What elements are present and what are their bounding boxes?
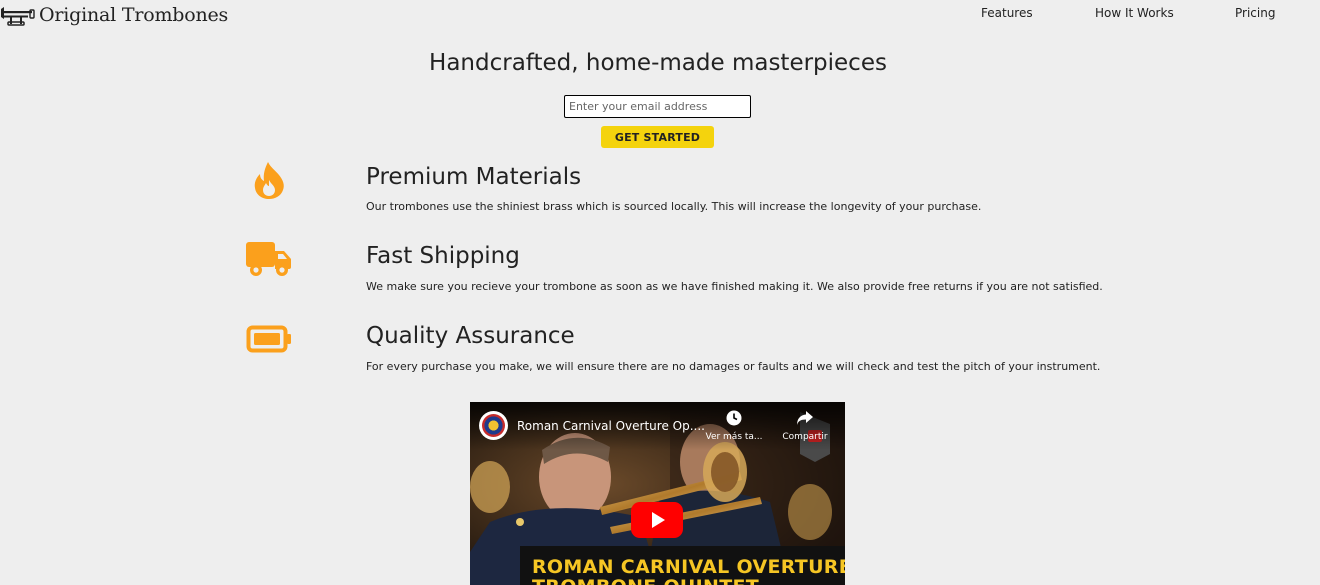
nav-link-pricing[interactable]: Pricing (1235, 6, 1275, 20)
get-started-button[interactable]: GET STARTED (601, 126, 714, 148)
banner-line-2: TROMBONE QUINTET (532, 576, 759, 585)
clock-icon (726, 410, 742, 426)
site-header: Original Trombones Features How It Works… (0, 0, 1320, 30)
banner-line-1: ROMAN CARNIVAL OVERTURE (532, 556, 845, 578)
page: Original Trombones Features How It Works… (0, 0, 1320, 585)
share-arrow-icon (797, 411, 813, 425)
feature-title-premium-materials: Premium Materials (366, 164, 582, 190)
fire-icon (254, 162, 284, 199)
feature-title-quality-assurance: Quality Assurance (366, 323, 575, 349)
nav-link-how-it-works[interactable]: How It Works (1095, 6, 1174, 20)
play-button[interactable] (631, 502, 683, 538)
watch-later-button[interactable]: Ver más ta... (704, 410, 764, 442)
feature-description-fast-shipping: We make sure you recieve your trombone a… (366, 280, 1103, 293)
hero-title: Handcrafted, home-made masterpieces (429, 50, 887, 76)
feature-description-premium-materials: Our trombones use the shiniest brass whi… (366, 200, 982, 213)
feature-description-quality-assurance: For every purchase you make, we will ens… (366, 360, 1101, 373)
main-nav: Features How It Works Pricing (0, 6, 1320, 22)
battery-icon (246, 325, 291, 353)
feature-title-fast-shipping: Fast Shipping (366, 243, 520, 269)
email-input[interactable] (564, 95, 751, 118)
channel-avatar[interactable] (479, 411, 508, 440)
watch-later-label: Ver más ta... (705, 432, 763, 442)
nav-link-features[interactable]: Features (981, 6, 1033, 20)
share-label: Compartir (782, 432, 828, 442)
video-embed[interactable]: Roman Carnival Overture Op.... Ver más t… (470, 402, 845, 585)
share-button[interactable]: Compartir (775, 410, 835, 442)
video-title[interactable]: Roman Carnival Overture Op.... (517, 419, 705, 433)
truck-icon (246, 242, 291, 276)
